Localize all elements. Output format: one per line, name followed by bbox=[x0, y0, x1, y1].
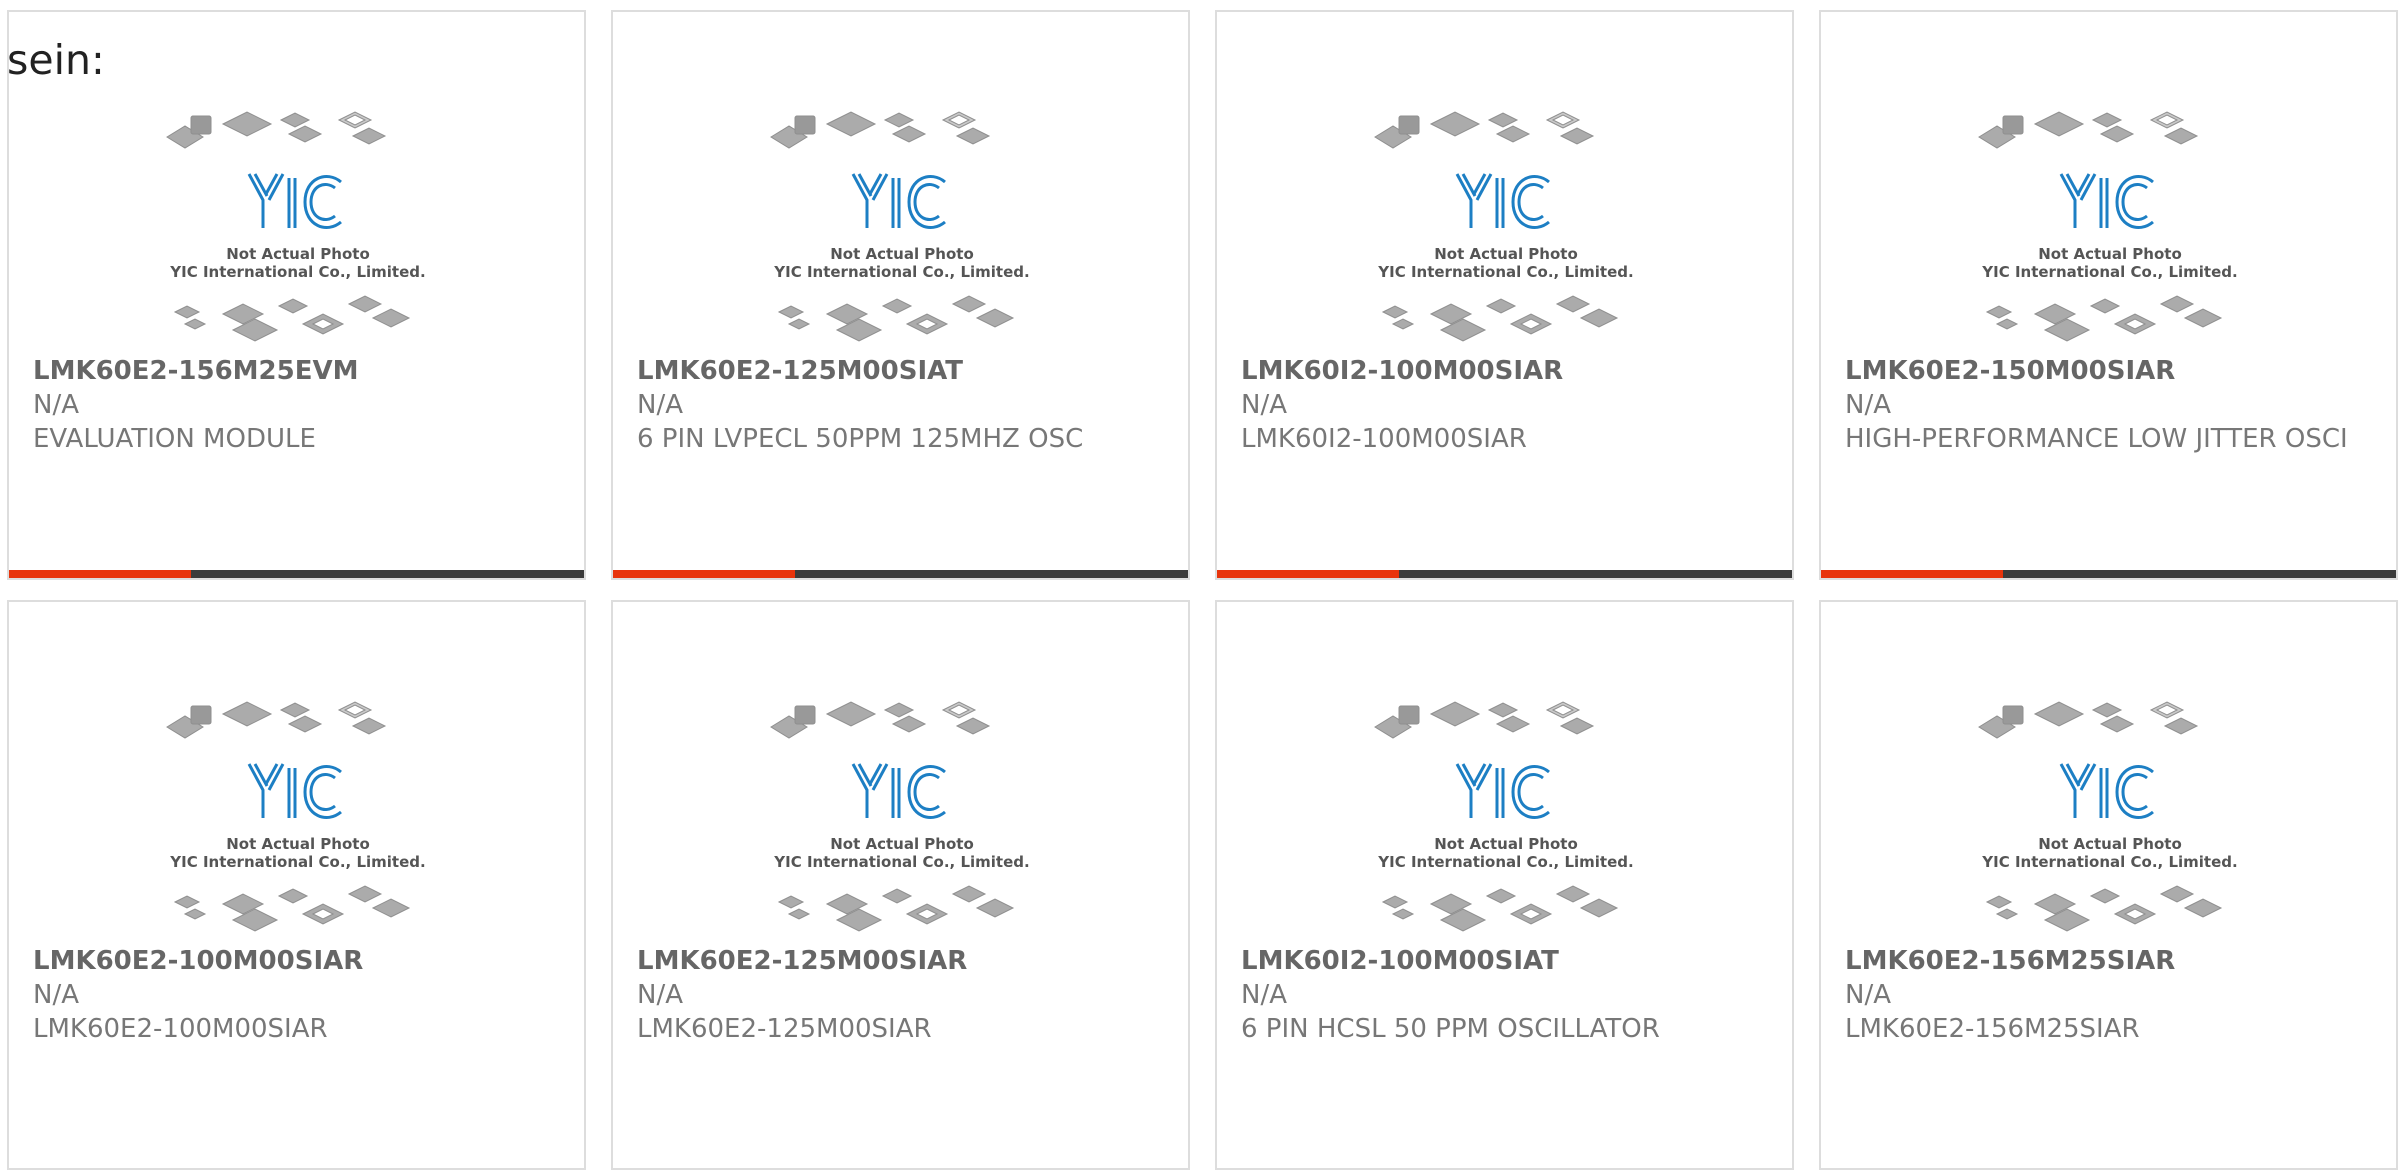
card-bottom-bar bbox=[1821, 570, 2396, 578]
product-manufacturer: N/A bbox=[1845, 390, 1891, 420]
product-photo-placeholder: Not Actual Photo YIC International Co., … bbox=[1975, 694, 2245, 942]
product-description: LMK60E2-156M25SIAR bbox=[1845, 1014, 2140, 1044]
chip-package-illustration: Not Actual Photo YIC International Co., … bbox=[770, 701, 1030, 932]
product-part-number[interactable]: LMK60E2-100M00SIAR bbox=[33, 944, 363, 978]
photo-caption-line2: YIC International Co., Limited. bbox=[773, 263, 1029, 281]
product-description: EVALUATION MODULE bbox=[33, 424, 316, 454]
product-description: 6 PIN LVPECL 50PPM 125MHZ OSC bbox=[637, 424, 1084, 454]
product-card[interactable]: Not Actual Photo YIC International Co., … bbox=[1215, 600, 1794, 1170]
product-part-number[interactable]: LMK60E2-125M00SIAR bbox=[637, 944, 967, 978]
product-manufacturer: N/A bbox=[1241, 390, 1287, 420]
card-bottom-bar bbox=[9, 570, 584, 578]
product-manufacturer: N/A bbox=[1845, 980, 1891, 1010]
product-card[interactable]: Not Actual Photo YIC International Co., … bbox=[1819, 10, 2398, 580]
product-card[interactable]: Not Actual Photo YIC International Co., … bbox=[611, 600, 1190, 1170]
product-description: HIGH-PERFORMANCE LOW JITTER OSCI bbox=[1845, 424, 2348, 454]
chip-package-illustration: Not Actual Photo YIC International Co., … bbox=[1374, 701, 1634, 932]
product-photo-placeholder: Not Actual Photo YIC International Co., … bbox=[1371, 694, 1641, 942]
photo-caption-line1: Not Actual Photo bbox=[830, 835, 974, 853]
product-manufacturer: N/A bbox=[637, 390, 683, 420]
product-photo-placeholder: Not Actual Photo YIC International Co., … bbox=[1975, 104, 2245, 352]
product-part-number[interactable]: LMK60I2-100M00SIAR bbox=[1241, 354, 1563, 388]
photo-caption-line2: YIC International Co., Limited. bbox=[1377, 263, 1633, 281]
product-photo-placeholder: Not Actual Photo YIC International Co., … bbox=[767, 694, 1037, 942]
chip-package-illustration: Not Actual Photo YIC International Co., … bbox=[166, 111, 426, 342]
product-manufacturer: N/A bbox=[33, 390, 79, 420]
chip-package-illustration: Not Actual Photo YIC International Co., … bbox=[1374, 111, 1634, 342]
product-grid: Not Actual Photo YIC International Co., … bbox=[7, 10, 2400, 1170]
product-part-number[interactable]: LMK60E2-156M25EVM bbox=[33, 354, 359, 388]
product-description: 6 PIN HCSL 50 PPM OSCILLATOR bbox=[1241, 1014, 1660, 1044]
product-description: LMK60I2-100M00SIAR bbox=[1241, 424, 1527, 454]
photo-caption-line2: YIC International Co., Limited. bbox=[1981, 263, 2237, 281]
product-card[interactable]: Not Actual Photo YIC International Co., … bbox=[1819, 600, 2398, 1170]
photo-caption-line2: YIC International Co., Limited. bbox=[1981, 853, 2237, 871]
chip-package-illustration: Not Actual Photo YIC International Co., … bbox=[166, 701, 426, 932]
photo-caption-line1: Not Actual Photo bbox=[2038, 835, 2182, 853]
card-bar-accent bbox=[613, 570, 795, 578]
product-card[interactable]: Not Actual Photo YIC International Co., … bbox=[1215, 10, 1794, 580]
card-bottom-bar bbox=[1217, 570, 1792, 578]
chip-package-illustration: Not Actual Photo YIC International Co., … bbox=[1978, 701, 2238, 932]
product-description: LMK60E2-100M00SIAR bbox=[33, 1014, 328, 1044]
chip-package-illustration: Not Actual Photo YIC International Co., … bbox=[1978, 111, 2238, 342]
card-bottom-bar bbox=[613, 570, 1188, 578]
card-bar-accent bbox=[1217, 570, 1399, 578]
photo-caption-line1: Not Actual Photo bbox=[1434, 835, 1578, 853]
product-description: LMK60E2-125M00SIAR bbox=[637, 1014, 932, 1044]
card-bar-accent bbox=[1821, 570, 2003, 578]
product-photo-placeholder: Not Actual Photo YIC International Co., … bbox=[163, 694, 433, 942]
intro-text: sein: bbox=[7, 36, 105, 84]
photo-caption-line2: YIC International Co., Limited. bbox=[773, 853, 1029, 871]
product-card[interactable]: Not Actual Photo YIC International Co., … bbox=[611, 10, 1190, 580]
chip-package-illustration: Not Actual Photo YIC International Co., … bbox=[770, 111, 1030, 342]
product-card[interactable]: Not Actual Photo YIC International Co., … bbox=[7, 10, 586, 580]
product-part-number[interactable]: LMK60E2-125M00SIAT bbox=[637, 354, 963, 388]
product-manufacturer: N/A bbox=[33, 980, 79, 1010]
product-photo-placeholder: Not Actual Photo YIC International Co., … bbox=[767, 104, 1037, 352]
product-manufacturer: N/A bbox=[1241, 980, 1287, 1010]
photo-caption-line2: YIC International Co., Limited. bbox=[169, 263, 425, 281]
photo-caption-line1: Not Actual Photo bbox=[830, 245, 974, 263]
product-card[interactable]: Not Actual Photo YIC International Co., … bbox=[7, 600, 586, 1170]
photo-caption-line1: Not Actual Photo bbox=[226, 245, 370, 263]
photo-caption-line1: Not Actual Photo bbox=[226, 835, 370, 853]
photo-caption-line1: Not Actual Photo bbox=[1434, 245, 1578, 263]
product-part-number[interactable]: LMK60E2-150M00SIAR bbox=[1845, 354, 2175, 388]
product-manufacturer: N/A bbox=[637, 980, 683, 1010]
photo-caption-line1: Not Actual Photo bbox=[2038, 245, 2182, 263]
product-part-number[interactable]: LMK60I2-100M00SIAT bbox=[1241, 944, 1559, 978]
product-part-number[interactable]: LMK60E2-156M25SIAR bbox=[1845, 944, 2175, 978]
product-photo-placeholder: Not Actual Photo YIC International Co., … bbox=[1371, 104, 1641, 352]
photo-caption-line2: YIC International Co., Limited. bbox=[169, 853, 425, 871]
card-bar-accent bbox=[9, 570, 191, 578]
photo-caption-line2: YIC International Co., Limited. bbox=[1377, 853, 1633, 871]
product-photo-placeholder: Not Actual Photo YIC International Co., … bbox=[163, 104, 433, 352]
